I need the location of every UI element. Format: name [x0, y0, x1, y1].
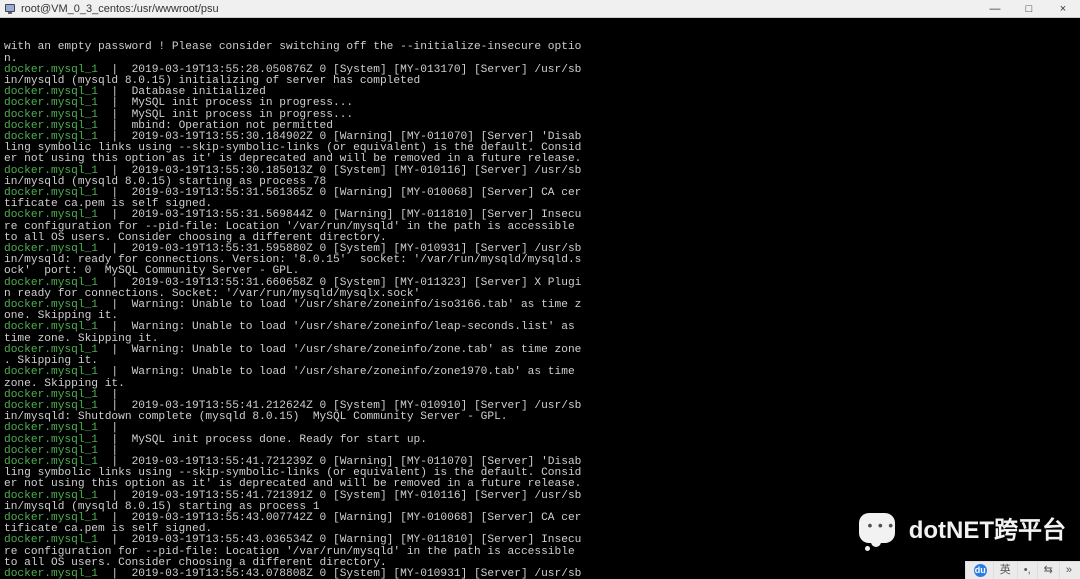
log-line: docker.mysql_1 | Warning: Unable to load…: [4, 345, 1076, 356]
log-line: docker.mysql_1 | Warning: Unable to load…: [4, 322, 1076, 333]
terminal-output[interactable]: with an empty password ! Please consider…: [0, 18, 1080, 579]
log-line: with an empty password ! Please consider…: [4, 42, 1076, 53]
ime-toolbar: du 英 •, ⇆ »: [965, 561, 1080, 579]
ime-more-button[interactable]: »: [1060, 562, 1078, 579]
window-titlebar: root@VM_0_3_centos:/usr/wwwroot/psu — □ …: [0, 0, 1080, 18]
ime-switch-button[interactable]: ⇆: [1038, 562, 1060, 579]
du-icon: du: [974, 564, 987, 577]
ime-punct-button[interactable]: •,: [1018, 562, 1038, 579]
log-line: docker.mysql_1 | MySQL init process done…: [4, 435, 1076, 446]
window-title: root@VM_0_3_centos:/usr/wwwroot/psu: [21, 3, 219, 15]
log-line: in/mysqld: Shutdown complete (mysqld 8.0…: [4, 412, 1076, 423]
log-line: docker.mysql_1 | Warning: Unable to load…: [4, 367, 1076, 378]
ime-lang-button[interactable]: 英: [994, 562, 1018, 579]
close-button[interactable]: ×: [1046, 0, 1080, 18]
log-line: docker.mysql_1 | Warning: Unable to load…: [4, 300, 1076, 311]
log-line: docker.mysql_1 | 2019-03-19T13:55:43.078…: [4, 569, 1076, 579]
minimize-button[interactable]: —: [978, 0, 1012, 18]
maximize-button[interactable]: □: [1012, 0, 1046, 18]
app-icon: [3, 2, 17, 16]
log-line: zone. Skipping it.: [4, 379, 1076, 390]
ime-brand-button[interactable]: du: [968, 562, 994, 579]
